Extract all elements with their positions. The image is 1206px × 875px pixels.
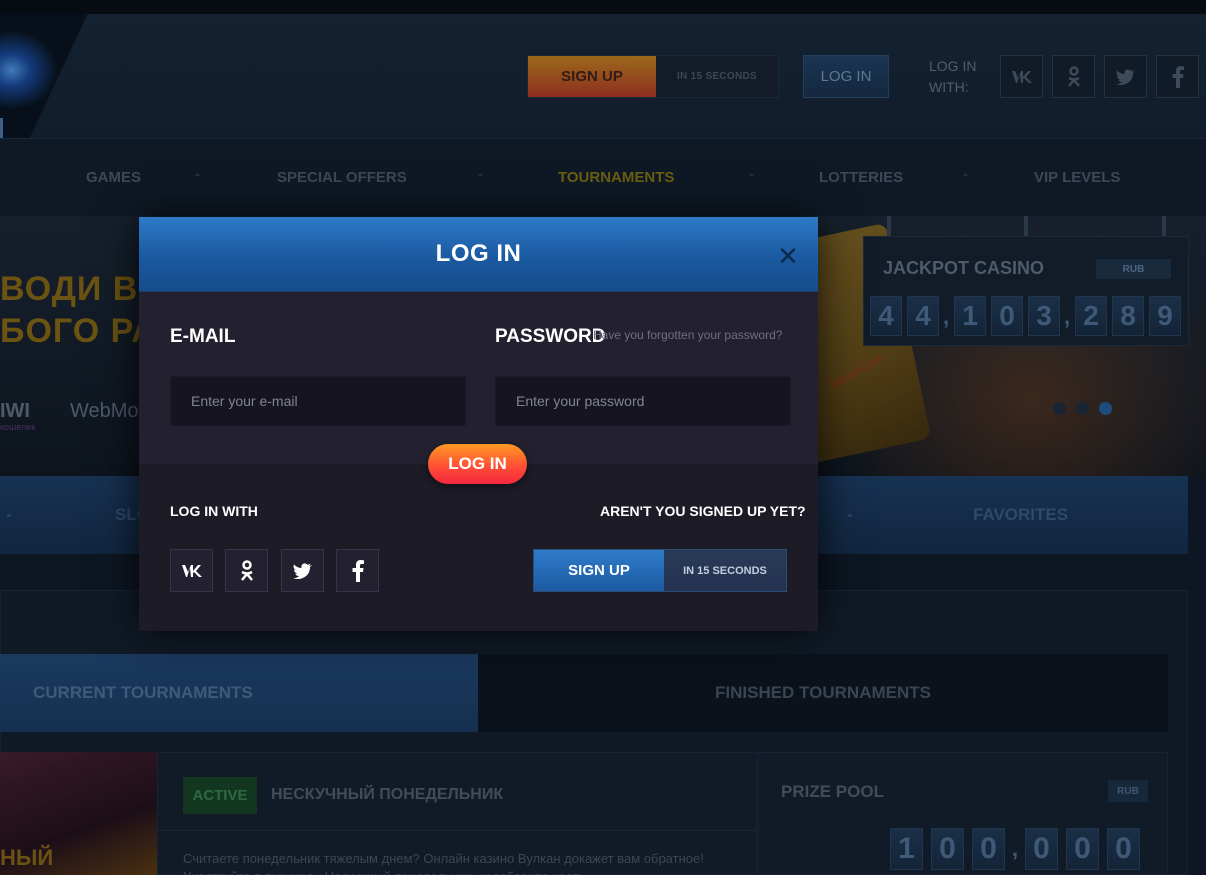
email-placeholder: Enter your e-mail: [191, 393, 298, 409]
signup-label: SIGN UP: [534, 550, 664, 591]
login-ok-button[interactable]: [225, 549, 268, 592]
login-button[interactable]: LOG IN: [428, 444, 527, 484]
login-vk-button[interactable]: [170, 549, 213, 592]
modal-title: LOG IN: [435, 240, 522, 267]
modal-social-section: [139, 464, 818, 631]
login-facebook-button[interactable]: [336, 549, 379, 592]
vk-icon: [181, 564, 202, 577]
email-field[interactable]: Enter your e-mail: [170, 376, 466, 426]
signup-button[interactable]: SIGN UP IN 15 SECONDS: [533, 549, 787, 592]
not-signed-up-label: AREN'T YOU SIGNED UP YET?: [600, 503, 806, 519]
password-label: PASSWORD: [495, 326, 606, 347]
odnoklassniki-icon: [240, 559, 253, 581]
modal-header: LOG IN: [139, 217, 818, 292]
login-with-label: LOG IN WITH: [170, 503, 258, 519]
login-twitter-button[interactable]: [281, 549, 324, 592]
close-icon[interactable]: ✕: [773, 241, 803, 271]
email-label: E-MAIL: [170, 326, 236, 347]
signup-sub: IN 15 SECONDS: [664, 550, 786, 591]
password-field[interactable]: Enter your password: [495, 376, 791, 426]
facebook-icon: [352, 559, 364, 582]
password-placeholder: Enter your password: [516, 393, 645, 409]
twitter-icon: [292, 562, 312, 579]
forgot-password-link[interactable]: Have you forgotten your password?: [593, 328, 782, 342]
